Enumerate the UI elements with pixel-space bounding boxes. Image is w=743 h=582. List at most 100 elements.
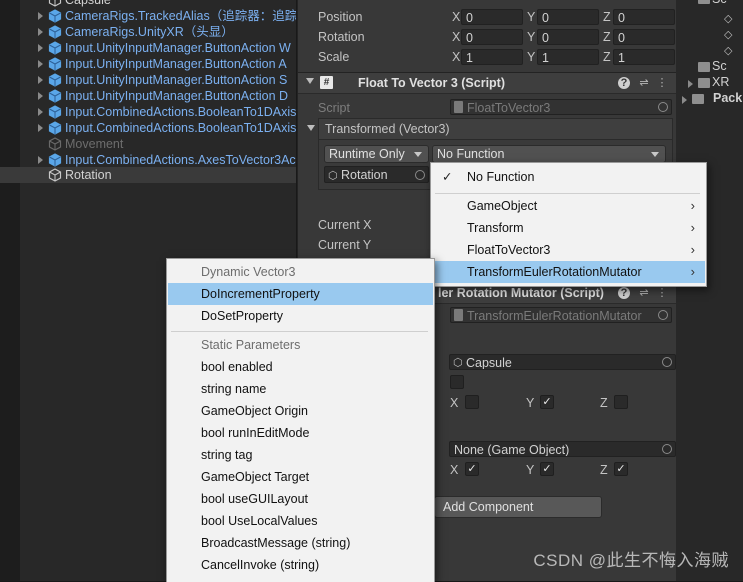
function-dropdown[interactable]: No Function	[432, 145, 666, 163]
foldout-arrow-icon[interactable]	[38, 28, 43, 36]
foldout-arrow-icon[interactable]	[38, 60, 43, 68]
menu-item-dosetproperty[interactable]: DoSetProperty	[168, 305, 433, 327]
foldout-arrow-icon[interactable]	[38, 76, 43, 84]
float-to-vector3-header[interactable]: # Float To Vector 3 (Script) ? ⇌ ⋮	[298, 72, 676, 94]
lock-y-checkbox[interactable]: ✓	[540, 395, 554, 409]
hierarchy-item[interactable]: Input.CombinedActions.AxesToVector3Ac	[0, 152, 296, 168]
project-item[interactable]: Sc	[712, 0, 727, 6]
foldout-arrow-icon[interactable]	[307, 122, 317, 132]
help-icon[interactable]: ?	[618, 287, 630, 299]
rotation-z-field[interactable]: 0	[613, 29, 675, 45]
menu-item-static[interactable]: CancelInvoke (string)	[168, 554, 433, 576]
mutator-target-field[interactable]: ⬡ Capsule	[449, 354, 676, 370]
hierarchy-item-label: Input.UnityInputManager.ButtonAction W	[65, 41, 291, 55]
menu-item-static[interactable]: bool enabled	[168, 356, 433, 378]
hierarchy-item[interactable]: Input.UnityInputManager.ButtonAction A	[0, 56, 296, 72]
lock-x-checkbox[interactable]	[465, 395, 479, 409]
chevron-down-icon	[414, 152, 422, 157]
menu-item-static[interactable]: BroadcastMessage (string)	[168, 532, 433, 554]
menu-item-static[interactable]: bool UseLocalValues	[168, 510, 433, 532]
lock-z-checkbox[interactable]	[614, 395, 628, 409]
cube-icon	[48, 9, 62, 23]
project-item[interactable]: Pack	[713, 91, 742, 105]
menu-item-static[interactable]: string name	[168, 378, 433, 400]
axis-y-label: Y	[527, 30, 536, 44]
target-icon[interactable]	[415, 170, 425, 180]
hierarchy-item[interactable]: Input.UnityInputManager.ButtonAction S	[0, 72, 296, 88]
checkbox[interactable]	[450, 375, 464, 389]
hierarchy-item[interactable]: Rotation	[0, 167, 296, 183]
apply-x-checkbox[interactable]: ✓	[465, 462, 479, 476]
foldout-arrow-icon[interactable]	[688, 80, 693, 88]
target-icon[interactable]	[658, 102, 668, 112]
hierarchy-item[interactable]: Input.UnityInputManager.ButtonAction W	[0, 40, 296, 56]
foldout-arrow-icon[interactable]	[682, 96, 687, 104]
target-icon[interactable]	[662, 444, 672, 454]
rotation-y-field[interactable]: 0	[537, 29, 599, 45]
axis-y-label: Y	[527, 50, 536, 64]
menu-item-static[interactable]: GameObject Origin	[168, 400, 433, 422]
hierarchy-item[interactable]: Input.CombinedActions.BooleanTo1DAxis	[0, 104, 296, 120]
position-x-field[interactable]: 0	[461, 9, 523, 25]
check-icon: ✓	[442, 170, 453, 184]
scale-x-field[interactable]: 1	[461, 49, 523, 65]
target-object-field[interactable]: ⬡ Rotation	[324, 166, 429, 183]
hierarchy-item-label: Input.UnityInputManager.ButtonAction D	[65, 89, 289, 103]
menu-item-transformeulerrotationmutator[interactable]: TransformEulerRotationMutator ›	[432, 261, 705, 283]
target-icon[interactable]	[658, 310, 668, 320]
position-y-field[interactable]: 0	[537, 9, 599, 25]
foldout-arrow-icon[interactable]	[38, 124, 43, 132]
preset-icon[interactable]: ⇌	[638, 77, 650, 89]
menu-item-static[interactable]: bool useGUILayout	[168, 488, 433, 510]
kebab-icon[interactable]: ⋮	[656, 287, 668, 299]
script-file-icon	[454, 101, 463, 113]
target-icon[interactable]	[662, 357, 672, 367]
foldout-arrow-icon[interactable]	[38, 92, 43, 100]
project-item[interactable]: XR	[712, 75, 729, 89]
menu-item-floattovector3[interactable]: FloatToVector3 ›	[432, 239, 705, 261]
origin-field[interactable]: None (Game Object)	[449, 441, 676, 457]
scale-z-field[interactable]: 1	[613, 49, 675, 65]
foldout-arrow-icon[interactable]	[38, 12, 43, 20]
axis-x-label: X	[450, 463, 459, 477]
axis-z-label: Z	[603, 50, 611, 64]
apply-z-checkbox[interactable]: ✓	[614, 462, 628, 476]
function-value: No Function	[437, 147, 505, 161]
hierarchy-item[interactable]: Movement	[0, 136, 296, 152]
rotation-x-field[interactable]: 0	[461, 29, 523, 45]
menu-item-transform[interactable]: Transform ›	[432, 217, 705, 239]
watermark: CSDN @此生不悔入海贼	[533, 551, 729, 570]
foldout-arrow-icon[interactable]	[38, 156, 43, 164]
chevron-right-icon: ›	[690, 198, 695, 213]
menu-item-no-function[interactable]: ✓ No Function	[432, 166, 705, 188]
runtime-dropdown[interactable]: Runtime Only	[324, 145, 429, 163]
menu-item-doincrementproperty[interactable]: DoIncrementProperty	[168, 283, 433, 305]
menu-item-gameobject[interactable]: GameObject ›	[432, 195, 705, 217]
project-item[interactable]: Sc	[712, 59, 727, 73]
hierarchy-item-label: Input.UnityInputManager.ButtonAction S	[65, 73, 288, 87]
help-icon[interactable]: ?	[618, 77, 630, 89]
menu-item-static[interactable]: bool runInEditMode	[168, 422, 433, 444]
preset-icon[interactable]: ⇌	[638, 287, 650, 299]
hierarchy-item[interactable]: CameraRigs.TrackedAlias（追踪器：追踪	[0, 8, 296, 24]
scale-y-field[interactable]: 1	[537, 49, 599, 65]
folder-icon	[698, 0, 710, 4]
hierarchy-item[interactable]: Capsule	[0, 0, 296, 8]
add-component-button[interactable]: Add Component	[434, 496, 602, 518]
menu-item-static[interactable]: GameObject Target	[168, 466, 433, 488]
hierarchy-item[interactable]: CameraRigs.UnityXR（头显）	[0, 24, 296, 40]
hierarchy-item[interactable]: Input.UnityInputManager.ButtonAction D	[0, 88, 296, 104]
apply-y-checkbox[interactable]: ✓	[540, 462, 554, 476]
menu-item-static[interactable]: string tag	[168, 444, 433, 466]
foldout-arrow-icon[interactable]	[38, 44, 43, 52]
cube-icon	[48, 89, 62, 103]
foldout-arrow-icon[interactable]	[306, 78, 314, 84]
axis-z-label: Z	[603, 30, 611, 44]
foldout-arrow-icon[interactable]	[38, 108, 43, 116]
hierarchy-item[interactable]: Input.CombinedActions.BooleanTo1DAxis	[0, 120, 296, 136]
position-z-field[interactable]: 0	[613, 9, 675, 25]
kebab-icon[interactable]: ⋮	[656, 77, 668, 89]
component-title: Float To Vector 3 (Script)	[358, 76, 506, 90]
folder-icon	[692, 94, 704, 104]
axis-y-label: Y	[527, 10, 536, 24]
